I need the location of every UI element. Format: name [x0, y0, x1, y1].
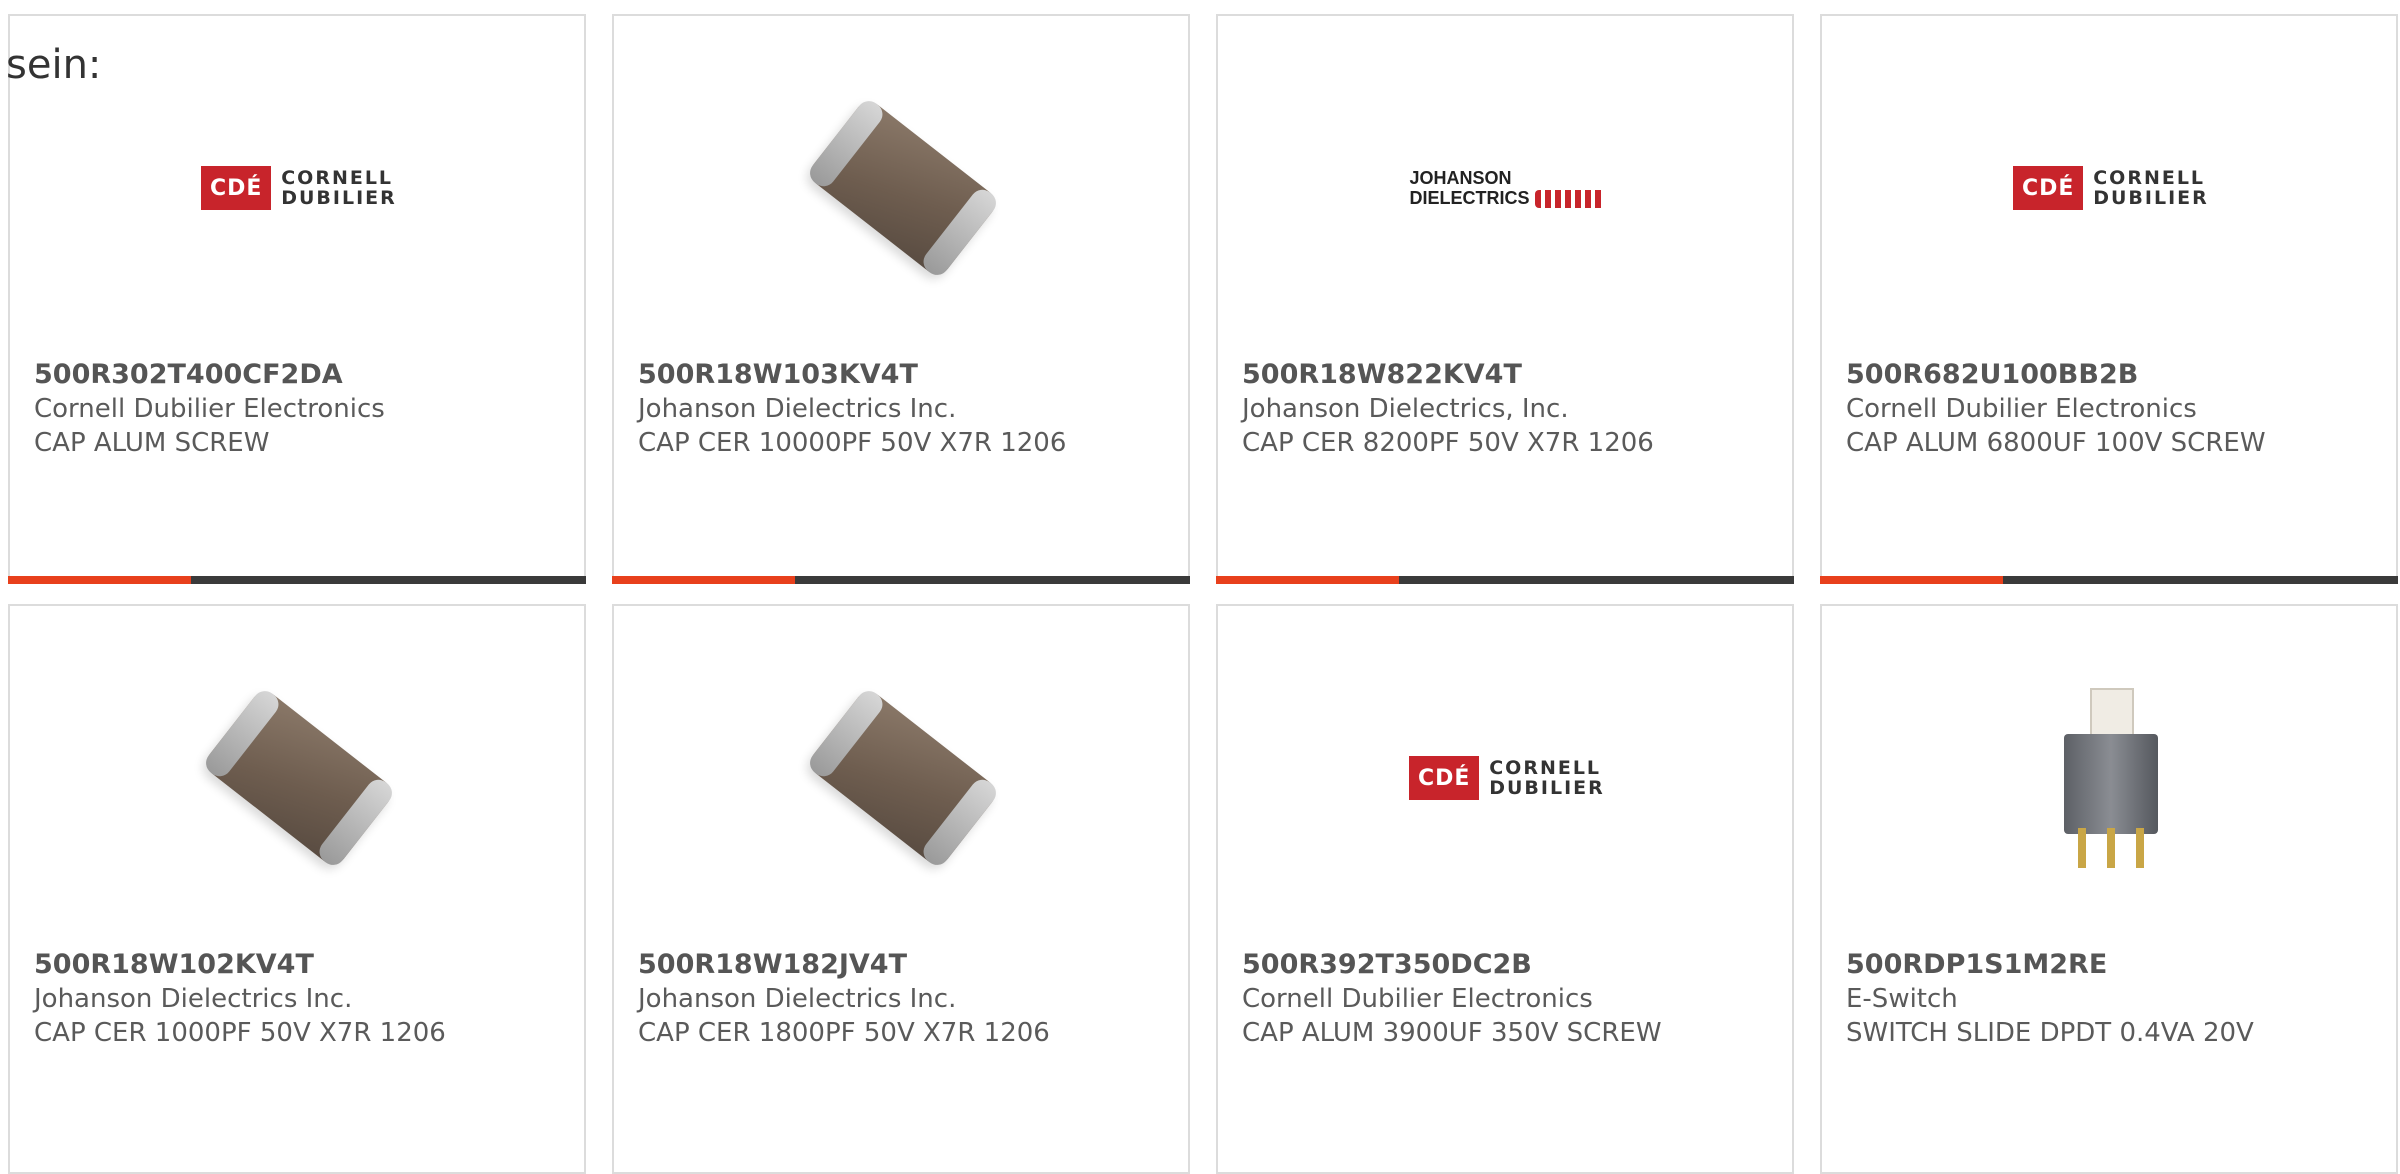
manufacturer: Cornell Dubilier Electronics — [34, 394, 385, 424]
part-number[interactable]: 500RDP1S1M2RE — [1846, 948, 2386, 982]
card-bar — [612, 576, 1190, 584]
product-card[interactable]: 500RDP1S1M2RE E-Switch SWITCH SLIDE DPDT… — [1820, 604, 2398, 1174]
cornell-dubilier-logo: CDÉ CORNELL DUBILIER — [2007, 84, 2215, 292]
description: CAP ALUM 3900UF 350V SCREW — [1242, 1018, 1662, 1048]
ceramic-chip-capacitor-image — [799, 84, 1007, 292]
johanson-line1: JOHANSON — [1409, 167, 1512, 188]
card-bar — [8, 576, 586, 584]
part-number[interactable]: 500R18W182JV4T — [638, 948, 1178, 982]
johanson-line2: DIELECTRICS — [1409, 187, 1530, 208]
product-card[interactable]: JOHANSON DIELECTRICS 500R18W822KV4T Joha… — [1216, 14, 1794, 584]
cde-line2: DUBILIER — [281, 187, 397, 209]
ceramic-chip-capacitor-image — [195, 674, 403, 882]
description: CAP CER 1000PF 50V X7R 1206 — [34, 1018, 446, 1048]
part-number[interactable]: 500R682U100BB2B — [1846, 358, 2386, 392]
description: CAP CER 10000PF 50V X7R 1206 — [638, 428, 1067, 458]
ceramic-chip-capacitor-image — [799, 674, 1007, 882]
description: CAP CER 1800PF 50V X7R 1206 — [638, 1018, 1050, 1048]
cde-mark: CDÉ — [201, 166, 272, 210]
part-number[interactable]: 500R302T400CF2DA — [34, 358, 574, 392]
card-bar-accent — [1216, 576, 1399, 584]
cde-line2: DUBILIER — [2093, 187, 2209, 209]
product-card[interactable]: CDÉ CORNELL DUBILIER 500R392T350DC2B Cor… — [1216, 604, 1794, 1174]
part-number[interactable]: 500R18W102KV4T — [34, 948, 574, 982]
part-number[interactable]: 500R18W822KV4T — [1242, 358, 1782, 392]
card-bar-accent — [612, 576, 795, 584]
johanson-dielectrics-logo: JOHANSON DIELECTRICS — [1403, 84, 1611, 292]
manufacturer: Johanson Dielectrics Inc. — [34, 984, 353, 1014]
cde-line1: CORNELL — [281, 167, 394, 189]
cde-mark: CDÉ — [2013, 166, 2084, 210]
description: CAP ALUM SCREW — [34, 428, 270, 458]
card-bar-accent — [8, 576, 191, 584]
card-bar — [1216, 576, 1794, 584]
description: CAP ALUM 6800UF 100V SCREW — [1846, 428, 2266, 458]
cde-line2: DUBILIER — [1489, 777, 1605, 799]
manufacturer: Johanson Dielectrics Inc. — [638, 984, 957, 1014]
cde-mark: CDÉ — [1409, 756, 1480, 800]
product-card[interactable]: CDÉ CORNELL DUBILIER 500R682U100BB2B Cor… — [1820, 14, 2398, 584]
slide-switch-image — [2007, 674, 2215, 882]
manufacturer: Johanson Dielectrics, Inc. — [1242, 394, 1569, 424]
product-card[interactable]: CDÉ CORNELL DUBILIER 500R302T400CF2DA Co… — [8, 14, 586, 584]
part-number[interactable]: 500R18W103KV4T — [638, 358, 1178, 392]
card-bar — [1820, 576, 2398, 584]
manufacturer: Johanson Dielectrics Inc. — [638, 394, 957, 424]
manufacturer: Cornell Dubilier Electronics — [1242, 984, 1593, 1014]
part-number[interactable]: 500R392T350DC2B — [1242, 948, 1782, 982]
intro-text: sein: — [6, 42, 102, 88]
product-card[interactable]: 500R18W182JV4T Johanson Dielectrics Inc.… — [612, 604, 1190, 1174]
cde-line1: CORNELL — [2093, 167, 2206, 189]
cornell-dubilier-logo: CDÉ CORNELL DUBILIER — [195, 84, 403, 292]
description: CAP CER 8200PF 50V X7R 1206 — [1242, 428, 1654, 458]
manufacturer: Cornell Dubilier Electronics — [1846, 394, 2197, 424]
product-grid: CDÉ CORNELL DUBILIER 500R302T400CF2DA Co… — [8, 14, 2400, 1174]
cornell-dubilier-logo: CDÉ CORNELL DUBILIER — [1403, 674, 1611, 882]
cde-line1: CORNELL — [1489, 757, 1602, 779]
product-card[interactable]: 500R18W102KV4T Johanson Dielectrics Inc.… — [8, 604, 586, 1174]
manufacturer: E-Switch — [1846, 984, 1958, 1014]
product-card[interactable]: 500R18W103KV4T Johanson Dielectrics Inc.… — [612, 14, 1190, 584]
card-bar-accent — [1820, 576, 2003, 584]
description: SWITCH SLIDE DPDT 0.4VA 20V — [1846, 1018, 2254, 1048]
